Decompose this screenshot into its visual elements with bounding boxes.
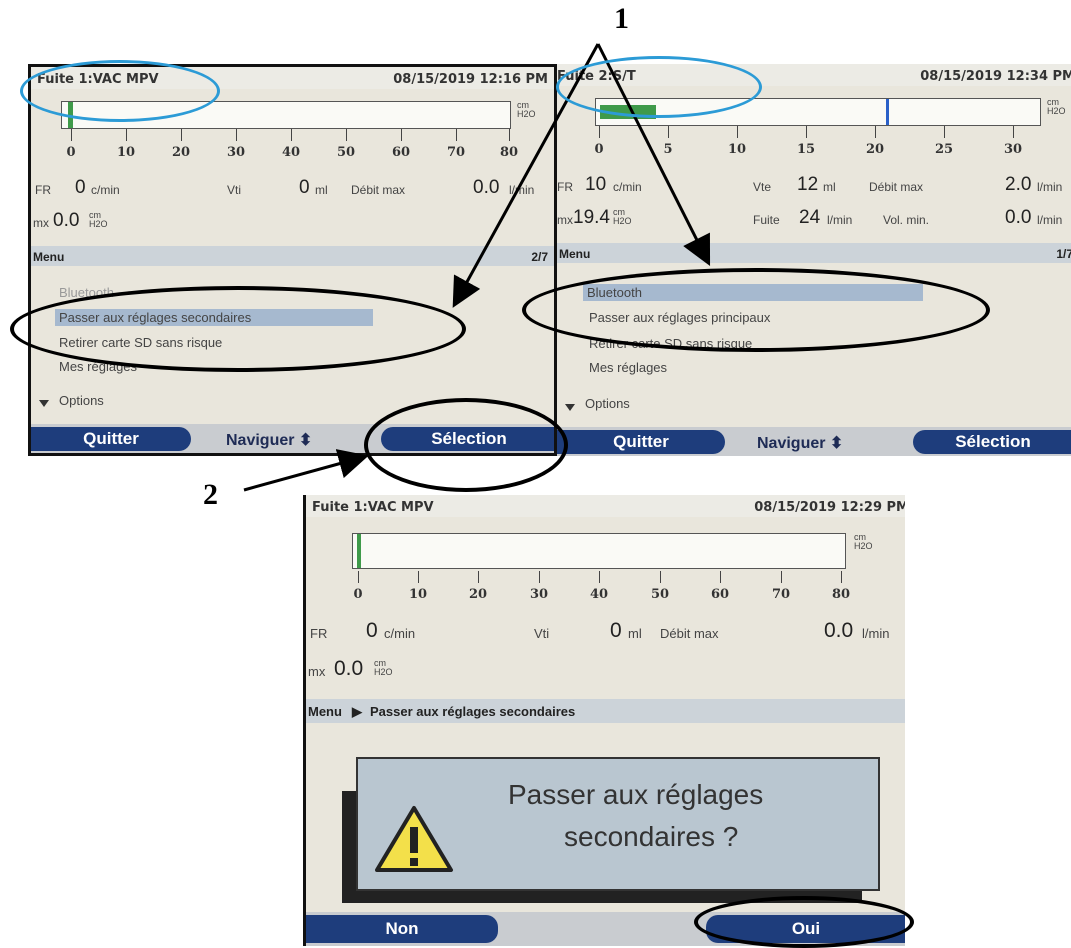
highlight-oval-blue (556, 56, 762, 118)
annotation-label-1: 1 (614, 2, 629, 35)
highlight-oval-black (10, 286, 466, 372)
highlight-oval-black (694, 896, 914, 948)
highlight-oval-blue (20, 60, 220, 122)
highlight-oval-black (364, 398, 568, 492)
arrow-line (243, 449, 369, 492)
annotation-label-2: 2 (203, 478, 218, 511)
highlight-oval-black (522, 268, 990, 352)
